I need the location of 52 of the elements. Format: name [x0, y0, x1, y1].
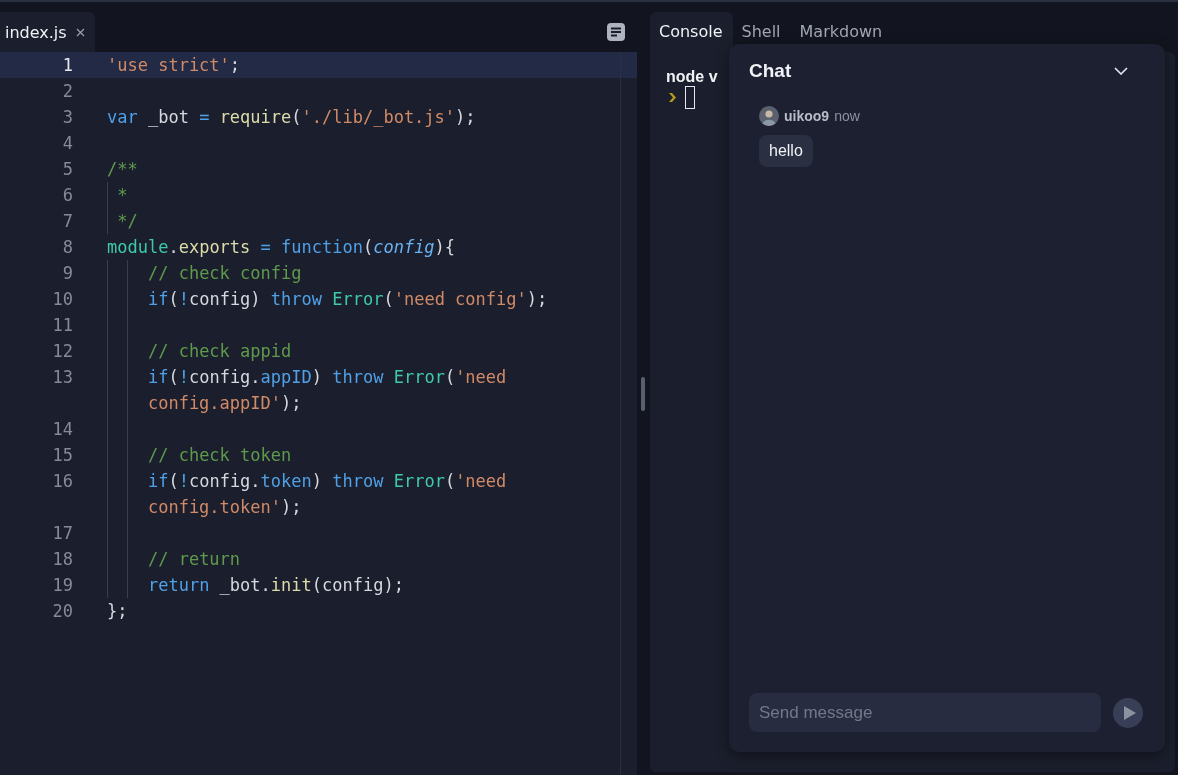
line-number: 13 [51, 366, 73, 389]
line-number: 19 [51, 574, 73, 597]
line-number: 7 [61, 210, 73, 233]
code-line: module.exports = function(config){ [107, 236, 457, 259]
code-line: // check appid [146, 340, 293, 363]
code-line: // check token [146, 444, 293, 467]
line-number: 12 [51, 340, 73, 363]
line-number: 9 [61, 262, 73, 285]
avatar [759, 106, 779, 126]
resize-handle[interactable] [641, 377, 645, 411]
code-line: if(!config.token) throw Error('need config.token'); [146, 470, 508, 519]
pane-tab[interactable]: Console [650, 12, 733, 52]
code-line: * [116, 184, 129, 207]
line-number: 15 [51, 444, 73, 467]
code-line: return _bot.init(config); [146, 574, 405, 597]
line-number: 5 [61, 158, 73, 181]
send-button[interactable] [1113, 697, 1143, 728]
message-field[interactable]: Send message [749, 693, 1101, 732]
list-icon[interactable] [607, 23, 625, 41]
code-line: if(!config) throw Error('need config'); [146, 288, 549, 311]
chevron-down-icon[interactable] [1114, 67, 1128, 75]
line-number: 14 [51, 418, 73, 441]
prompt-icon [669, 93, 676, 102]
line-number: 4 [61, 132, 73, 155]
author-name: uikoo9 [784, 108, 830, 124]
line-number: 3 [61, 106, 73, 129]
message-bubble: hello [759, 135, 813, 167]
console-output: node v [666, 68, 718, 86]
close-icon[interactable] [75, 27, 85, 37]
line-number: 11 [51, 314, 73, 337]
code-line: */ [116, 210, 139, 233]
line-number: 6 [61, 184, 73, 207]
file-tab[interactable]: index.js [0, 12, 95, 52]
line-number: 8 [61, 236, 73, 259]
line-number: 16 [51, 470, 73, 493]
chat-title: Chat [749, 60, 792, 82]
line-number: 18 [51, 548, 73, 571]
send-icon [1123, 705, 1136, 720]
code-line: var _bot = require('./lib/_bot.js'); [107, 106, 477, 129]
line-number: 20 [51, 600, 73, 623]
code-line: /** [107, 158, 139, 181]
code-line: }; [107, 600, 129, 623]
line-number: 2 [61, 80, 73, 103]
line-number: 17 [51, 522, 73, 545]
code-line: // return [146, 548, 242, 571]
code-line: 'use strict'; [107, 54, 242, 77]
line-number: 10 [51, 288, 73, 311]
code-line: if(!config.appID) throw Error('need config.appID'); [146, 366, 508, 415]
message-time: now [834, 108, 860, 124]
code-line: // check config [146, 262, 303, 285]
text-cursor [685, 86, 695, 109]
line-number: 1 [61, 54, 73, 77]
